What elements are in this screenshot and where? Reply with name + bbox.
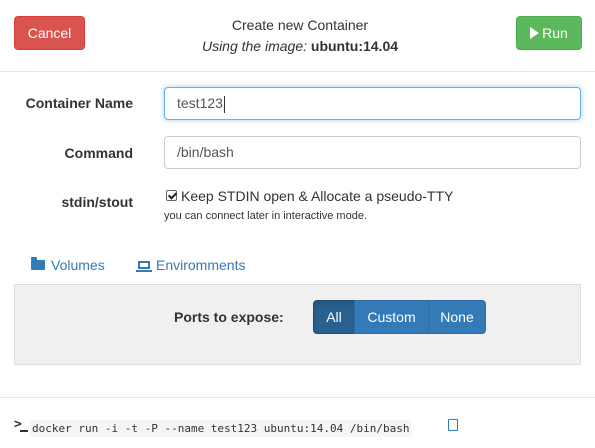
terminal-icon: > bbox=[14, 417, 28, 432]
image-name: ubuntu:14.04 bbox=[310, 38, 399, 54]
command-input[interactable]: /bin/bash bbox=[164, 136, 581, 169]
run-button[interactable]: Run bbox=[516, 16, 582, 50]
folder-open-icon bbox=[31, 257, 45, 270]
copy-icon[interactable] bbox=[444, 416, 458, 431]
tab-environments[interactable]: Enviromments bbox=[136, 257, 246, 273]
command-value: /bin/bash bbox=[177, 144, 234, 160]
ports-custom-button[interactable]: Custom bbox=[354, 300, 429, 334]
subtitle-lead: Using the image: bbox=[201, 38, 308, 54]
command-preview: docker run -i -t -P --name test123 ubunt… bbox=[30, 420, 412, 437]
tab-environments-label: Enviromments bbox=[156, 257, 246, 273]
run-button-label: Run bbox=[542, 25, 568, 41]
ports-all-button[interactable]: All bbox=[313, 300, 355, 334]
stdin-help-text: you can connect later in interactive mod… bbox=[164, 210, 368, 222]
container-name-value: test123 bbox=[177, 95, 223, 111]
container-name-input[interactable]: test123 bbox=[164, 87, 581, 120]
command-label: Command bbox=[64, 145, 133, 161]
modal-header: Cancel Create new Container Using the im… bbox=[0, 0, 595, 72]
stdin-label: stdin/stout bbox=[61, 194, 133, 210]
ports-label: Ports to expose: bbox=[174, 309, 284, 325]
cancel-button[interactable]: Cancel bbox=[14, 16, 85, 50]
footer-divider bbox=[0, 397, 595, 398]
text-caret bbox=[223, 95, 225, 113]
play-icon bbox=[530, 27, 540, 39]
modal-title: Create new Container bbox=[231, 17, 369, 33]
stdin-checkbox[interactable] bbox=[166, 190, 177, 201]
modal-subtitle: Using the image: ubuntu:14.04 bbox=[150, 38, 450, 54]
laptop-icon bbox=[136, 261, 152, 272]
tab-volumes[interactable]: Volumes bbox=[31, 257, 105, 273]
container-name-label: Container Name bbox=[25, 95, 133, 111]
ports-panel bbox=[14, 284, 581, 365]
stdin-option-label[interactable]: Keep STDIN open & Allocate a pseudo-TTY bbox=[181, 188, 453, 204]
tab-volumes-label: Volumes bbox=[51, 257, 105, 273]
ports-none-button[interactable]: None bbox=[428, 300, 486, 334]
ports-button-group: All Custom None bbox=[313, 300, 486, 334]
